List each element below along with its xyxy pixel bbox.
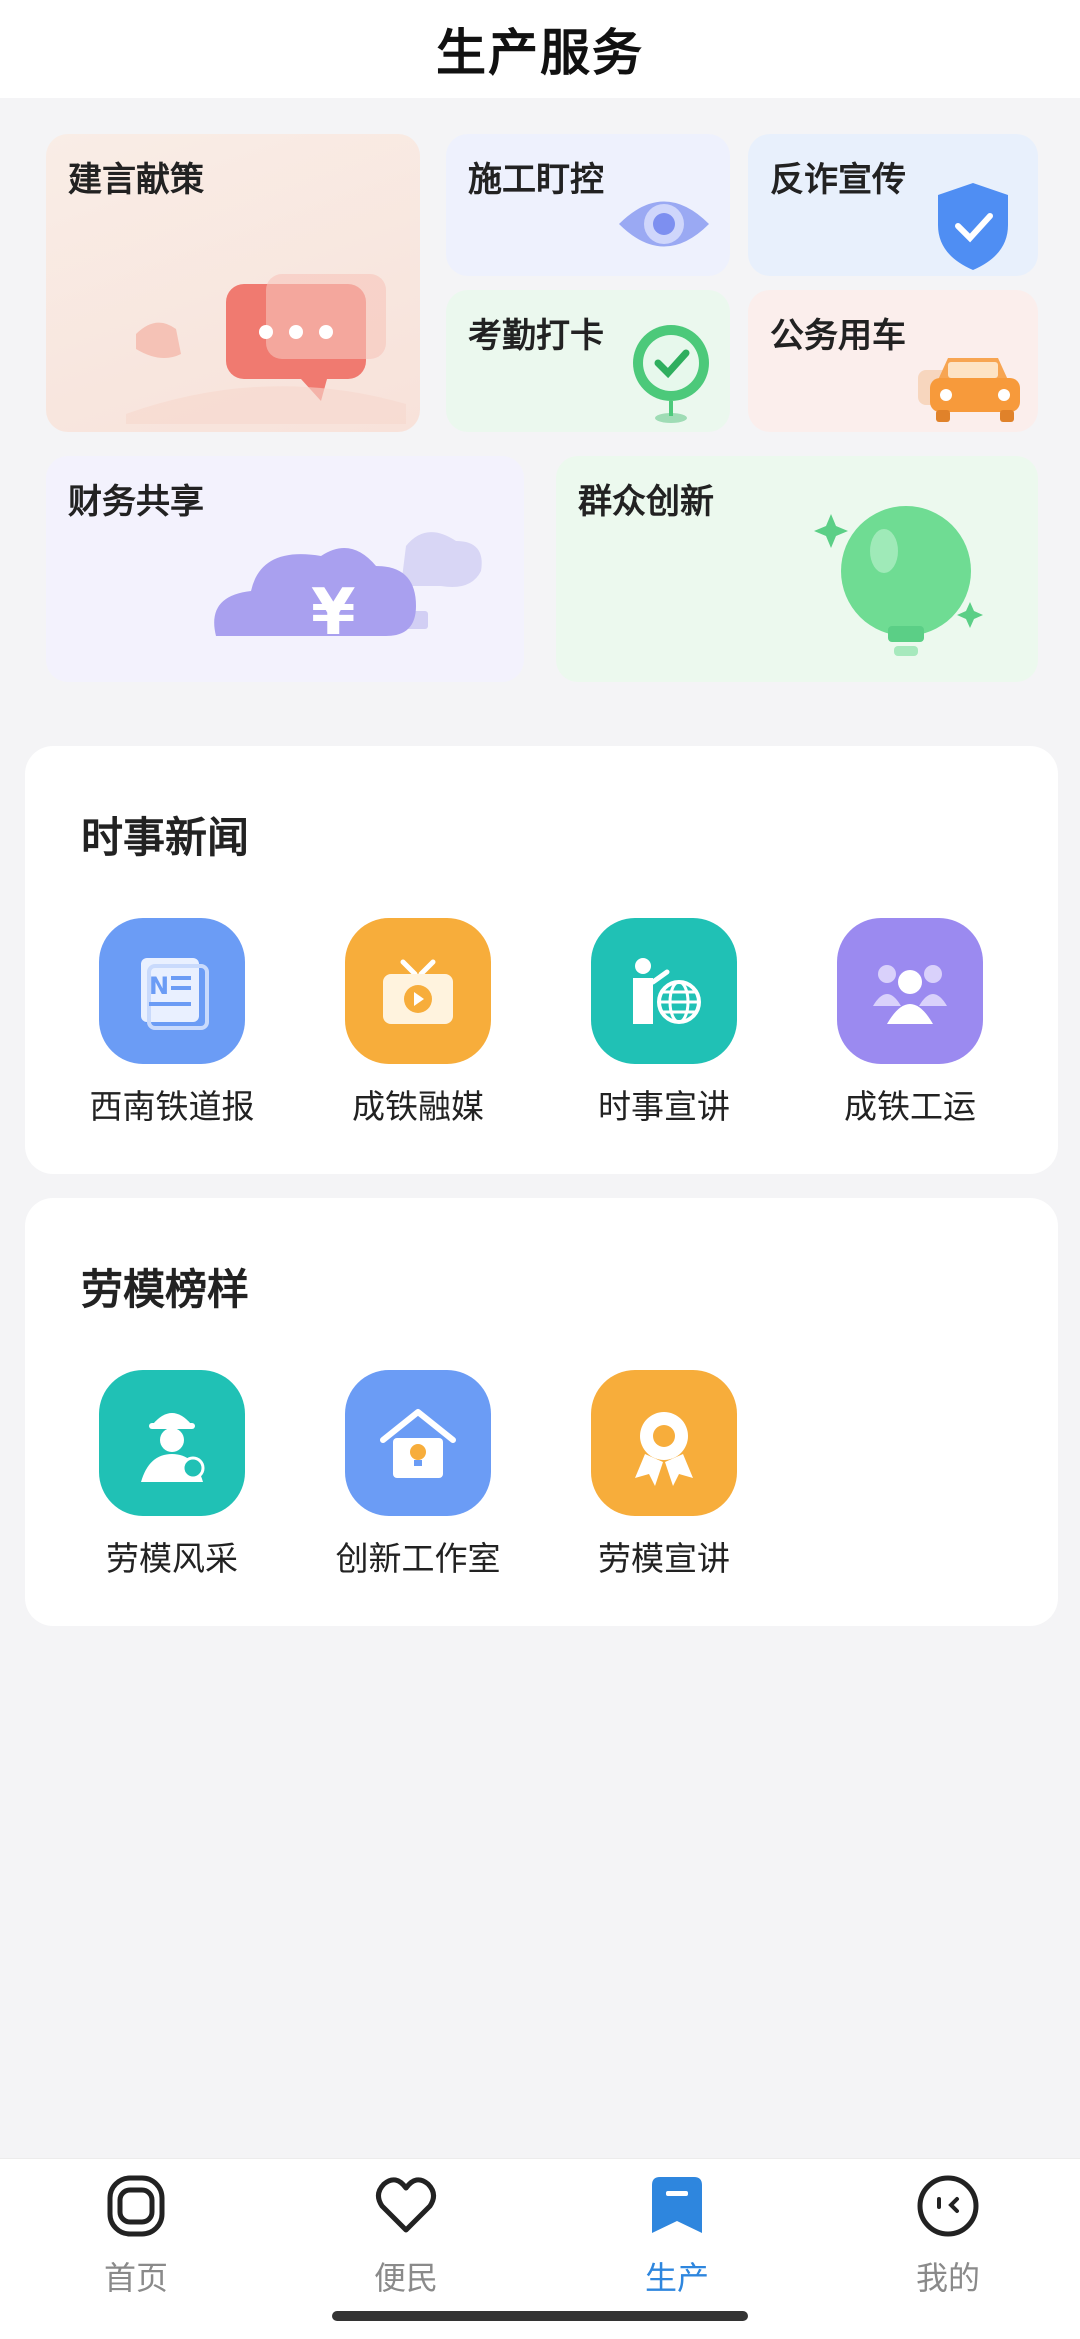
news-card-title: 时事新闻 [81,813,250,862]
tab-production-label: 生产 [644,2259,709,2297]
medal-icon [591,1370,737,1516]
tile-mass-innovation[interactable]: 群众创新 [556,456,1038,682]
news-item-chengtie-media[interactable]: 成铁融媒 [308,918,528,1128]
news-item-current-affairs-talk[interactable]: 时事宣讲 [554,918,774,1128]
home-indicator [332,2311,748,2321]
presenter-globe-icon [591,918,737,1064]
model-item-label: 创新工作室 [335,1539,501,1578]
news-item-label: 成铁融媒 [352,1087,484,1126]
home-tab-icon [101,2171,171,2241]
tile-mass-innovation-label: 群众创新 [578,482,714,522]
tile-anti-fraud[interactable]: 反诈宣传 [748,134,1038,276]
model-item-label: 劳模风采 [106,1539,238,1578]
shield-check-icon [938,183,1008,270]
location-check-icon [633,325,709,423]
tab-mine[interactable]: 我的 [858,2171,1038,2299]
profile-face-icon [913,2171,983,2241]
tab-convenience-label: 便民 [373,2259,438,2297]
model-worker-card: 劳模榜样 劳模风采 创新工作室 劳模宣讲 [25,1198,1058,1626]
tab-home[interactable]: 首页 [46,2171,226,2299]
tile-anti-fraud-label: 反诈宣传 [770,160,906,200]
tab-convenience[interactable]: 便民 [316,2171,496,2299]
group-people-icon [837,918,983,1064]
chat-bubble-icon [126,274,406,424]
news-item-southwest-railway-daily[interactable]: N 西南铁道报 [62,918,282,1128]
svg-text:N: N [149,972,169,1000]
page-title: 生产服务 [436,24,644,82]
news-item-label: 成铁工运 [844,1087,976,1126]
tile-suggestions-label: 建言献策 [68,160,204,200]
tile-finance-share[interactable]: 财务共享 ¥ [46,456,524,682]
tab-home-label: 首页 [103,2259,168,2297]
lightbulb-icon [814,506,983,656]
tv-play-icon [345,918,491,1064]
car-icon [918,358,1020,422]
page-header: 生产服务 [0,0,1080,98]
tile-official-car-label: 公务用车 [770,316,906,356]
tile-attendance[interactable]: 考勤打卡 [446,290,730,432]
heart-icon [371,2171,441,2241]
tile-suggestions[interactable]: 建言献策 [46,134,420,432]
tab-mine-label: 我的 [915,2259,980,2297]
house-lightbulb-icon [345,1370,491,1516]
tile-attendance-label: 考勤打卡 [468,316,604,356]
eye-icon [619,201,709,247]
tile-construction-monitor-label: 施工盯控 [468,160,604,200]
model-item-worker-style[interactable]: 劳模风采 [62,1370,282,1580]
svg-text:¥: ¥ [311,576,356,650]
tile-finance-share-label: 财务共享 [68,482,204,522]
model-item-label: 劳模宣讲 [598,1539,730,1578]
tile-construction-monitor[interactable]: 施工盯控 [446,134,730,276]
model-item-innovation-studio[interactable]: 创新工作室 [308,1370,528,1580]
yen-cloud-icon: ¥ [214,532,482,650]
news-card: 时事新闻 N 西南铁道报 成铁融媒 时事宣讲 成铁工运 [25,746,1058,1174]
worker-icon [99,1370,245,1516]
tile-official-car[interactable]: 公务用车 [748,290,1038,432]
newspaper-icon: N [99,918,245,1064]
bookmark-tab-icon [642,2171,712,2241]
news-item-label: 时事宣讲 [598,1087,730,1126]
news-item-label: 西南铁道报 [89,1087,255,1126]
model-item-model-worker-talk[interactable]: 劳模宣讲 [554,1370,774,1580]
model-worker-card-title: 劳模榜样 [81,1265,250,1314]
news-item-chengtie-union[interactable]: 成铁工运 [800,918,1020,1128]
tab-production[interactable]: 生产 [587,2171,767,2299]
